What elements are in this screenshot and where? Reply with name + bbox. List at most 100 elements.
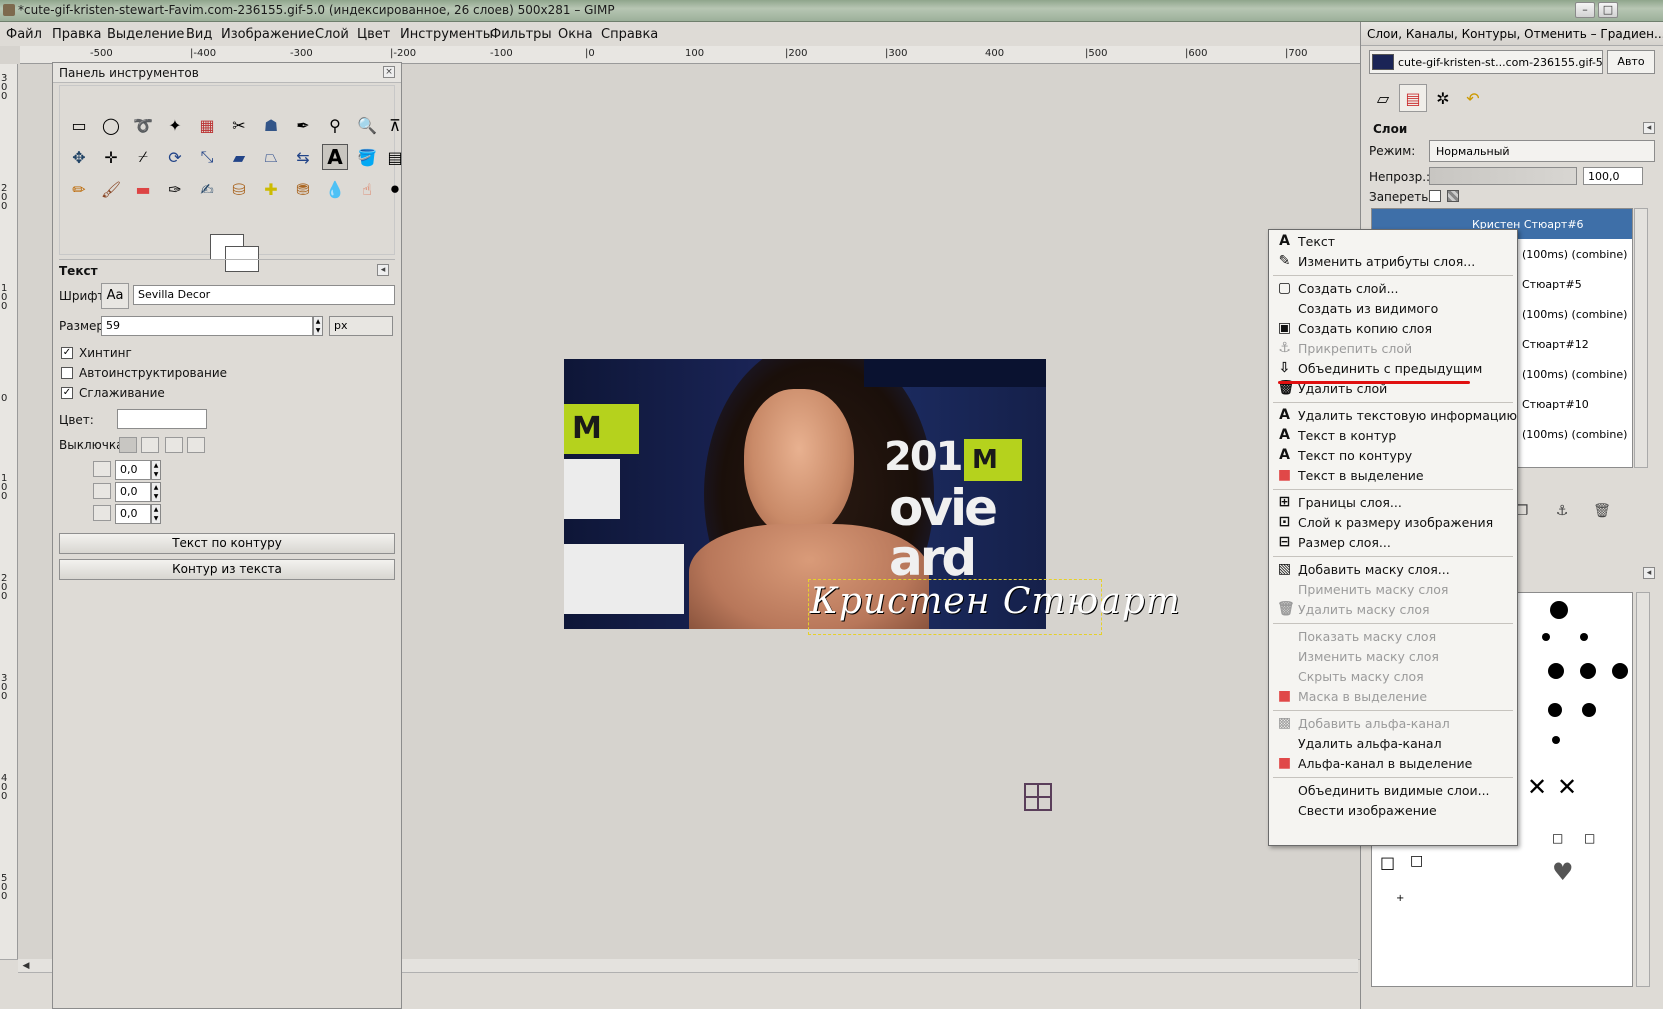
- context-menu-item[interactable]: A Текст в контур: [1269, 426, 1517, 446]
- undo-tab-icon[interactable]: ↶: [1459, 84, 1487, 112]
- collapse-icon[interactable]: ◂: [1643, 567, 1655, 579]
- dodge-burn-icon[interactable]: ⚫: [382, 176, 408, 202]
- perspective-icon[interactable]: ⏢: [258, 144, 284, 170]
- justify-left-icon[interactable]: [119, 437, 137, 453]
- eraser-icon[interactable]: ▬: [130, 176, 156, 202]
- context-menu-item[interactable]: Свести изображение: [1269, 801, 1517, 821]
- letter-spacing-field[interactable]: 0,0: [115, 504, 151, 524]
- brush-circle-icon[interactable]: [1612, 663, 1628, 679]
- context-menu-item[interactable]: Объединить видимые слои...: [1269, 781, 1517, 801]
- delete-icon[interactable]: 🗑: [1591, 500, 1613, 522]
- context-menu-item[interactable]: Изменить маску слоя: [1269, 647, 1517, 667]
- heal-icon[interactable]: ✚: [258, 176, 284, 202]
- lock-alpha-icon[interactable]: [1447, 190, 1459, 202]
- scale-icon[interactable]: ⤡: [194, 144, 220, 170]
- pencil-icon[interactable]: ✏: [66, 176, 92, 202]
- channels-tab-icon[interactable]: ▤: [1399, 84, 1427, 112]
- text-layer-content[interactable]: Кристен Стюарт: [810, 581, 1181, 622]
- layers-scrollbar[interactable]: [1634, 208, 1648, 468]
- context-menu-item[interactable]: ⊡ Слой к размеру изображения: [1269, 513, 1517, 533]
- brush-circle-icon[interactable]: [1548, 703, 1562, 717]
- rect-select-icon[interactable]: ▭: [66, 112, 92, 138]
- context-menu-item[interactable]: Удалить альфа-канал: [1269, 734, 1517, 754]
- rotate-icon[interactable]: ⟳: [162, 144, 188, 170]
- context-menu-item[interactable]: ▢ Создать слой...: [1269, 279, 1517, 299]
- menu-edit[interactable]: Правка: [52, 27, 101, 42]
- select-by-color-icon[interactable]: ▦: [194, 112, 220, 138]
- move-icon[interactable]: ✥: [66, 144, 92, 170]
- blend-icon[interactable]: ▤: [382, 144, 408, 170]
- indent-field[interactable]: 0,0: [115, 460, 151, 480]
- brush-circle-icon[interactable]: [1548, 663, 1564, 679]
- paintbrush-icon[interactable]: 🖌: [98, 176, 124, 202]
- brush-square-icon[interactable]: □: [1380, 853, 1395, 872]
- context-menu-item[interactable]: ■ Альфа-канал в выделение: [1269, 754, 1517, 774]
- text-along-path-button[interactable]: Текст по контуру: [59, 533, 395, 554]
- align-icon[interactable]: ✛: [98, 144, 124, 170]
- context-menu-item[interactable]: ■ Текст в выделение: [1269, 466, 1517, 486]
- paths-tab-icon[interactable]: ✲: [1429, 84, 1457, 112]
- path-from-text-button[interactable]: Контур из текста: [59, 559, 395, 580]
- vertical-ruler[interactable]: 3 0 0 2 0 0 1 0 0 0 1 0 0 2 0 0 3 0 0 4 …: [0, 64, 18, 964]
- brush-square-icon[interactable]: □: [1552, 831, 1563, 845]
- context-menu-item[interactable]: Показать маску слоя: [1269, 627, 1517, 647]
- font-field[interactable]: Sevilla Decor: [133, 285, 395, 305]
- lasso-icon[interactable]: ➰: [130, 112, 156, 138]
- hinting-checkbox[interactable]: ✓: [61, 347, 73, 359]
- justify-fill-icon[interactable]: [187, 437, 205, 453]
- context-menu-item[interactable]: ⇩ Объединить с предыдущим: [1269, 359, 1517, 379]
- opacity-field[interactable]: 100,0: [1583, 167, 1643, 185]
- font-picker-icon[interactable]: Aa: [101, 283, 129, 309]
- context-menu-item[interactable]: Применить маску слоя: [1269, 580, 1517, 600]
- opacity-slider[interactable]: [1429, 167, 1577, 185]
- crop-icon[interactable]: ⌿: [130, 144, 156, 170]
- text-color-swatch[interactable]: [117, 409, 207, 429]
- airbrush-icon[interactable]: ✑: [162, 176, 188, 202]
- menu-view[interactable]: Вид: [186, 27, 212, 42]
- color-picker-icon[interactable]: ⚲: [322, 112, 348, 138]
- menu-image[interactable]: Изображение: [221, 27, 314, 42]
- letter-spacing-spinner-icon[interactable]: ▲ ▼: [151, 504, 161, 524]
- lock-checkbox[interactable]: [1429, 190, 1441, 202]
- anchor-icon[interactable]: ⚓: [1551, 500, 1573, 522]
- brush-circle-icon[interactable]: [1552, 736, 1560, 744]
- brush-heart-icon[interactable]: ♥: [1552, 858, 1574, 886]
- collapse-icon[interactable]: ◂: [1643, 122, 1655, 134]
- brush-circle-icon[interactable]: [1580, 633, 1588, 641]
- brush-circle-icon[interactable]: [1542, 633, 1550, 641]
- context-menu-item[interactable]: ⊞ Границы слоя...: [1269, 493, 1517, 513]
- menu-filters[interactable]: Фильтры: [490, 27, 552, 42]
- mode-select[interactable]: Нормальный: [1429, 140, 1655, 162]
- fuzzy-select-icon[interactable]: ✦: [162, 112, 188, 138]
- brush-cross-icon[interactable]: ✕: [1527, 773, 1547, 801]
- paths-icon[interactable]: ✒: [290, 112, 316, 138]
- menu-windows[interactable]: Окна: [558, 27, 593, 42]
- layers-tab-icon[interactable]: ▱: [1369, 84, 1397, 112]
- context-menu-item[interactable]: A Текст: [1269, 232, 1517, 252]
- clone-icon[interactable]: ⛁: [226, 176, 252, 202]
- foreground-select-icon[interactable]: ☗: [258, 112, 284, 138]
- brush-square-icon[interactable]: □: [1584, 831, 1595, 845]
- measure-icon[interactable]: ⊼: [382, 112, 408, 138]
- scissors-icon[interactable]: ✂: [226, 112, 252, 138]
- minimize-button[interactable]: –: [1575, 2, 1595, 18]
- size-spinner-icon[interactable]: ▲ ▼: [313, 316, 323, 336]
- indent-spinner-icon[interactable]: ▲ ▼: [151, 460, 161, 480]
- size-field[interactable]: 59: [101, 316, 313, 336]
- menu-file[interactable]: Файл: [6, 27, 42, 42]
- perspective-clone-icon[interactable]: ⛃: [290, 176, 316, 202]
- brush-circle-icon[interactable]: [1580, 663, 1596, 679]
- auto-button[interactable]: Авто: [1607, 50, 1655, 74]
- shear-icon[interactable]: ▰: [226, 144, 252, 170]
- menu-colors[interactable]: Цвет: [357, 27, 390, 42]
- brushes-scrollbar[interactable]: [1636, 592, 1650, 987]
- ink-icon[interactable]: ✍: [194, 176, 220, 202]
- brush-circle-icon[interactable]: [1582, 703, 1596, 717]
- context-menu-item[interactable]: ■ Маска в выделение: [1269, 687, 1517, 707]
- close-icon[interactable]: ×: [383, 66, 395, 78]
- context-menu-item[interactable]: Создать из видимого: [1269, 299, 1517, 319]
- context-menu-item[interactable]: ▣ Создать копию слоя: [1269, 319, 1517, 339]
- context-menu-item[interactable]: ⊟ Размер слоя...: [1269, 533, 1517, 553]
- collapse-icon[interactable]: ◂: [377, 264, 389, 276]
- menu-layer[interactable]: Слой: [315, 27, 349, 42]
